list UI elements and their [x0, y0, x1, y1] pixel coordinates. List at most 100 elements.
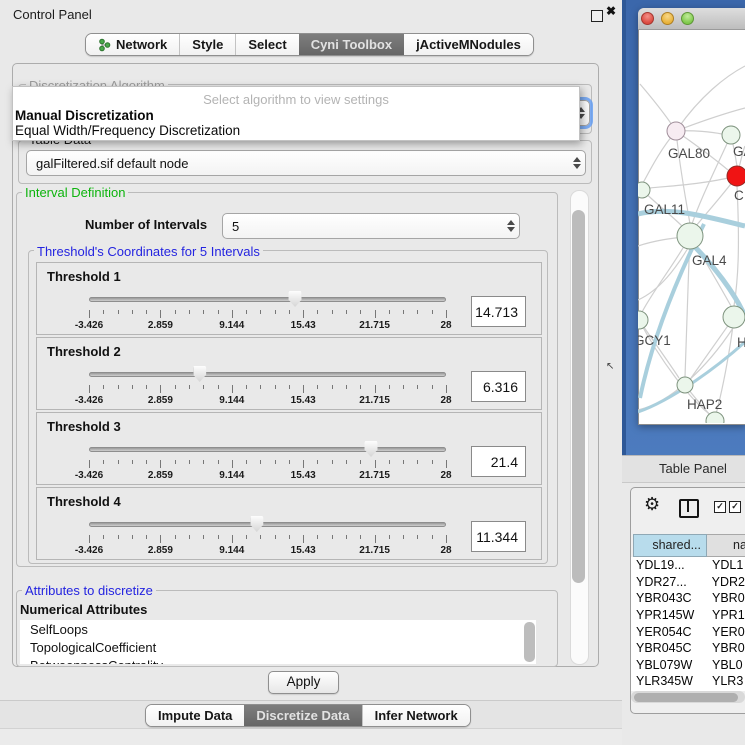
zoom-traffic-light-icon[interactable]: [681, 12, 694, 25]
tab-style[interactable]: Style: [179, 34, 235, 55]
network-canvas[interactable]: GAL80GACGAL11GAL4GCY1HHAP2: [638, 30, 745, 423]
combo-stepper-icon[interactable]: [503, 220, 519, 232]
network-node[interactable]: [638, 311, 648, 329]
close-traffic-light-icon[interactable]: [641, 12, 654, 25]
numerical-attributes-label: Numerical Attributes: [20, 602, 147, 617]
table-row[interactable]: YLR345WYLR3: [631, 673, 745, 690]
threshold-1-slider[interactable]: -3.4262.8599.14415.4321.71528: [89, 291, 446, 331]
table-row[interactable]: YER054CYER0: [631, 623, 745, 640]
table-row[interactable]: YBL079WYBL0: [631, 657, 745, 674]
settings-scrollbar-thumb[interactable]: [572, 210, 585, 583]
attributes-group-title: Attributes to discretize: [22, 583, 156, 598]
minimize-traffic-light-icon[interactable]: [661, 12, 674, 25]
tab-infer-network[interactable]: Infer Network: [362, 705, 470, 726]
network-node[interactable]: [638, 182, 650, 198]
checkbox-icon[interactable]: ✓: [729, 501, 741, 513]
network-node[interactable]: [677, 377, 693, 393]
slider-thumb[interactable]: [250, 516, 263, 532]
slider-tick-labels: -3.4262.8599.14415.4321.71528: [89, 395, 446, 407]
interval-definition-title: Interval Definition: [22, 185, 128, 200]
list-item[interactable]: TopologicalCoefficient: [20, 638, 536, 656]
cyni-bottom-tabbar: Impute Data Discretize Data Infer Networ…: [145, 704, 471, 727]
popup-option-equal-width-frequency[interactable]: Equal Width/Frequency Discretization: [15, 123, 240, 138]
slider-track: [89, 522, 446, 527]
slider-track: [89, 447, 446, 452]
slider-tick-labels: -3.4262.8599.14415.4321.71528: [89, 545, 446, 557]
tab-select[interactable]: Select: [235, 34, 298, 55]
numerical-attributes-list[interactable]: SelfLoops TopologicalCoefficient Between…: [20, 620, 536, 664]
tab-cyni-toolbox[interactable]: Cyni Toolbox: [299, 34, 404, 55]
threshold-3-slider[interactable]: -3.4262.8599.14415.4321.71528: [89, 441, 446, 481]
network-icon: [98, 38, 111, 52]
threshold-2-value[interactable]: 6.316: [471, 371, 526, 402]
threshold-3-value[interactable]: 21.4: [471, 446, 526, 477]
slider-thumb[interactable]: [193, 366, 206, 382]
threshold-1-label: Threshold 1: [47, 269, 121, 284]
table-panel-title: Table Panel: [659, 461, 727, 476]
list-item[interactable]: BetweennessCentrality: [20, 656, 536, 664]
list-scrollbar[interactable]: [524, 622, 535, 662]
threshold-4-panel: Threshold 4 -3.4262.8599.14415.4321.7152…: [36, 487, 542, 560]
bottom-strip: [0, 728, 622, 745]
table-row[interactable]: YPR145WYPR1: [631, 607, 745, 624]
gear-icon[interactable]: ⚙: [644, 495, 660, 513]
table-hscrollbar-thumb[interactable]: [634, 693, 738, 702]
split-columns-icon[interactable]: [679, 499, 699, 518]
apply-button[interactable]: Apply: [268, 671, 339, 694]
close-icon[interactable]: ✖: [606, 4, 616, 18]
table-rows: YDL19...YDL1 YDR27...YDR2 YBR043CYBR0 YP…: [631, 557, 745, 691]
popup-option-manual-discretization[interactable]: Manual Discretization: [15, 108, 154, 123]
slider-tick-labels: -3.4262.8599.14415.4321.71528: [89, 320, 446, 332]
threshold-2-label: Threshold 2: [47, 344, 121, 359]
mouse-cursor: ↖: [606, 361, 614, 372]
checkbox-icon[interactable]: ✓: [714, 501, 726, 513]
slider-ticks: [89, 310, 446, 319]
node-label: GAL80: [668, 146, 710, 161]
node-label: GA: [733, 144, 745, 159]
table-row[interactable]: YBR045CYBR0: [631, 640, 745, 657]
number-of-intervals-combobox[interactable]: 5: [222, 213, 520, 239]
table-row[interactable]: YDL19...YDL1: [631, 557, 745, 574]
threshold-2-slider[interactable]: -3.4262.8599.14415.4321.71528: [89, 366, 446, 406]
threshold-3-label: Threshold 3: [47, 419, 121, 434]
list-item[interactable]: SelfLoops: [20, 620, 536, 638]
network-node[interactable]: [722, 126, 740, 144]
threshold-4-value[interactable]: 11.344: [471, 521, 526, 552]
tab-impute-data[interactable]: Impute Data: [146, 705, 244, 726]
table-data-combobox[interactable]: galFiltered.sif default node: [26, 150, 586, 176]
node-label: GCY1: [638, 333, 671, 348]
network-node[interactable]: [723, 306, 745, 328]
control-panel-tabbar: Network Style Select Cyni Toolbox jActiv…: [85, 33, 534, 56]
node-label: GAL11: [644, 202, 685, 217]
threshold-1-panel: Threshold 1 -3.4262.8599.14415.4321.7152…: [36, 262, 542, 335]
float-window-icon[interactable]: [591, 10, 603, 22]
column-header-shared[interactable]: shared...: [633, 534, 707, 557]
slider-thumb[interactable]: [365, 441, 378, 457]
node-label: H: [737, 335, 745, 350]
threshold-4-slider[interactable]: -3.4262.8599.14415.4321.71528: [89, 516, 446, 556]
tab-discretize-data[interactable]: Discretize Data: [244, 705, 361, 726]
table-row[interactable]: YBR043CYBR0: [631, 590, 745, 607]
tab-network[interactable]: Network: [86, 34, 179, 55]
threshold-4-label: Threshold 4: [47, 494, 121, 509]
table-row[interactable]: YDR27...YDR2: [631, 574, 745, 591]
column-header-name[interactable]: na: [707, 534, 745, 557]
control-panel-title: Control Panel: [13, 7, 92, 22]
combo-stepper-icon[interactable]: [569, 157, 585, 169]
slider-ticks: [89, 385, 446, 394]
slider-ticks: [89, 460, 446, 469]
threshold-3-panel: Threshold 3 -3.4262.8599.14415.4321.7152…: [36, 412, 542, 485]
tab-jactivemnodules[interactable]: jActiveMNodules: [404, 34, 533, 55]
network-node[interactable]: [677, 223, 703, 249]
node-label: C: [734, 188, 744, 203]
slider-track: [89, 297, 446, 302]
network-node[interactable]: [727, 166, 745, 186]
popup-placeholder: Select algorithm to view settings: [13, 92, 579, 107]
threshold-2-panel: Threshold 2 -3.4262.8599.14415.4321.7152…: [36, 337, 542, 410]
network-node[interactable]: [667, 122, 685, 140]
slider-thumb[interactable]: [289, 291, 302, 307]
tab-network-label: Network: [116, 37, 167, 52]
slider-tick-labels: -3.4262.8599.14415.4321.71528: [89, 470, 446, 482]
slider-ticks: [89, 535, 446, 544]
threshold-1-value[interactable]: 14.713: [471, 296, 526, 327]
